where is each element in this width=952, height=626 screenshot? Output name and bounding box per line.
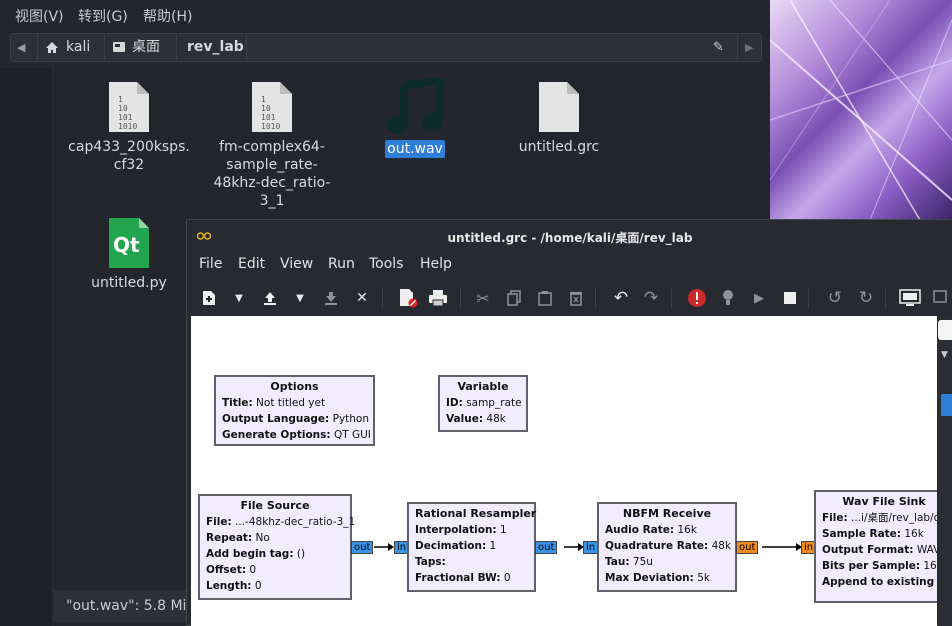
nbfm-receive-block[interactable]: NBFM Receive Audio Rate: 16k Quadrature … (597, 502, 737, 592)
file-item[interactable]: untitled.grc (484, 80, 634, 156)
paste-icon[interactable] (533, 286, 557, 310)
terminal-icon[interactable] (898, 286, 922, 310)
open-icon[interactable] (258, 286, 282, 310)
file-name: untitled.py (91, 275, 167, 291)
connection-arrow[interactable] (762, 543, 802, 551)
flowgraph-canvas[interactable]: Options Title: Not titled yet Output Lan… (191, 316, 937, 626)
close-icon[interactable]: ✕ (350, 286, 374, 310)
output-port[interactable]: out (351, 541, 374, 554)
svg-text:10: 10 (261, 104, 271, 113)
path-bar: ◀ kali 桌面 rev_lab ✎ ▶ (10, 33, 762, 62)
block-title: Variable (457, 380, 509, 393)
back-arrow-icon[interactable]: ◀ (17, 34, 25, 61)
grc-menubar: File Edit View Run Tools Help (187, 252, 952, 278)
chevron-down-icon[interactable]: ▼ (941, 350, 948, 360)
block-title: Options (270, 380, 319, 393)
chevron-down-icon[interactable]: ▼ (288, 286, 312, 310)
new-file-icon[interactable] (197, 286, 221, 310)
file-name: cap433_200ksps.cf32 (68, 139, 190, 173)
file-item[interactable]: 1 10 101 1010 fm-complex64-sample_rate-4… (197, 80, 347, 210)
menu-edit[interactable]: Edit (238, 256, 265, 272)
svg-text:1010: 1010 (261, 122, 280, 131)
music-note-icon (387, 78, 444, 134)
find-block-icon[interactable] (929, 286, 952, 310)
svg-text:101: 101 (261, 113, 276, 122)
file-source-block[interactable]: File Source File: ...-48khz-dec_ratio-3_… (198, 494, 355, 600)
block-title: Rational Resampler (415, 507, 537, 520)
block-title: Wav File Sink (842, 495, 926, 508)
path-crumb-home[interactable]: kali (66, 34, 90, 61)
copy-icon[interactable] (502, 286, 526, 310)
svg-text:Qt: Qt (113, 233, 140, 257)
binary-file-icon: 1 10 101 1010 (109, 82, 149, 132)
status-bar: "out.wav": 5.8 MiB (54, 590, 194, 622)
svg-text:101: 101 (118, 113, 133, 122)
window-title: untitled.grc - /home/kali/桌面/rev_lab (447, 231, 693, 245)
undo-icon[interactable]: ↶ (609, 286, 633, 310)
connection-arrow[interactable] (564, 543, 584, 551)
save-icon[interactable] (319, 286, 343, 310)
side-panel: ▼ (938, 316, 952, 626)
menu-tools[interactable]: Tools (369, 256, 404, 272)
rotate-ccw-icon[interactable]: ↺ (823, 286, 847, 310)
home-icon (45, 34, 59, 61)
file-name: fm-complex64-sample_rate-48khz-dec_ratio… (213, 139, 331, 209)
redo-icon[interactable]: ↷ (639, 286, 663, 310)
print-icon[interactable] (426, 286, 450, 310)
qt-icon: Qt (109, 218, 149, 268)
block-title: NBFM Receive (622, 507, 712, 520)
menu-run[interactable]: Run (328, 256, 355, 272)
places-sidebar (0, 68, 53, 626)
generate-icon[interactable] (716, 286, 740, 310)
search-icon[interactable] (938, 320, 952, 340)
stop-icon[interactable] (778, 286, 802, 310)
menu-view[interactable]: 视图(V) (15, 6, 64, 26)
options-block[interactable]: Options Title: Not titled yet Output Lan… (214, 375, 375, 446)
file-manager-menubar: 视图(V) 转到(G) 帮助(H) (0, 0, 770, 30)
wav-file-sink-block[interactable]: Wav File Sink File: ...i/桌面/rev_lab/out … (814, 490, 937, 603)
block-title: File Source (240, 499, 310, 512)
menu-help[interactable]: Help (420, 256, 452, 272)
chevron-down-icon[interactable]: ▼ (227, 286, 251, 310)
desktop: 视图(V) 转到(G) 帮助(H) ◀ kali 桌面 rev_lab ✎ ▶ (0, 0, 952, 626)
svg-text:1010: 1010 (118, 122, 137, 131)
folder-icon (112, 34, 126, 61)
file-name: out.wav (385, 140, 445, 158)
connection-arrow[interactable] (374, 543, 394, 551)
desktop-wallpaper (770, 0, 952, 220)
file-item[interactable]: out.wav (340, 78, 490, 158)
path-crumb-current[interactable]: rev_lab (187, 34, 244, 61)
grc-window: untitled.grc - /home/kali/桌面/rev_lab Fil… (186, 219, 952, 626)
svg-text:10: 10 (118, 104, 128, 113)
rotate-cw-icon[interactable]: ↻ (854, 286, 878, 310)
file-item[interactable]: 1 10 101 1010 cap433_200ksps.cf32 (54, 80, 204, 174)
grc-titlebar: untitled.grc - /home/kali/桌面/rev_lab (187, 220, 952, 252)
output-port[interactable]: out (535, 541, 558, 554)
forward-arrow-icon[interactable]: ▶ (745, 34, 753, 61)
menu-file[interactable]: File (199, 256, 222, 272)
selected-item[interactable] (941, 394, 952, 416)
edit-path-icon[interactable]: ✎ (713, 34, 724, 61)
menu-view[interactable]: View (280, 256, 313, 272)
file-name: untitled.grc (518, 139, 600, 155)
delete-icon[interactable] (564, 286, 588, 310)
svg-text:1: 1 (261, 95, 266, 104)
cut-icon[interactable]: ✂ (471, 286, 495, 310)
menu-go[interactable]: 转到(G) (78, 6, 128, 26)
rational-resampler-block[interactable]: Rational Resampler Interpolation: 1 Deci… (407, 502, 536, 592)
binary-file-icon: 1 10 101 1010 (252, 82, 292, 132)
input-port[interactable]: in (583, 541, 599, 554)
play-icon[interactable]: ▶ (747, 286, 771, 310)
error-icon[interactable] (685, 286, 709, 310)
no-document-icon[interactable] (396, 286, 420, 310)
grc-toolbar: ▼ ▼ ✕ ✂ ↶ ↷ ▶ ↺ ↻ (187, 282, 952, 314)
variable-block[interactable]: Variable ID: samp_rate Value: 48k (438, 375, 528, 432)
path-crumb-desktop[interactable]: 桌面 (132, 34, 160, 61)
svg-text:1: 1 (118, 95, 123, 104)
file-item[interactable]: Qt untitled.py (54, 216, 204, 292)
menu-help[interactable]: 帮助(H) (143, 6, 192, 26)
output-port[interactable]: out (736, 541, 759, 554)
text-file-icon (539, 82, 579, 132)
